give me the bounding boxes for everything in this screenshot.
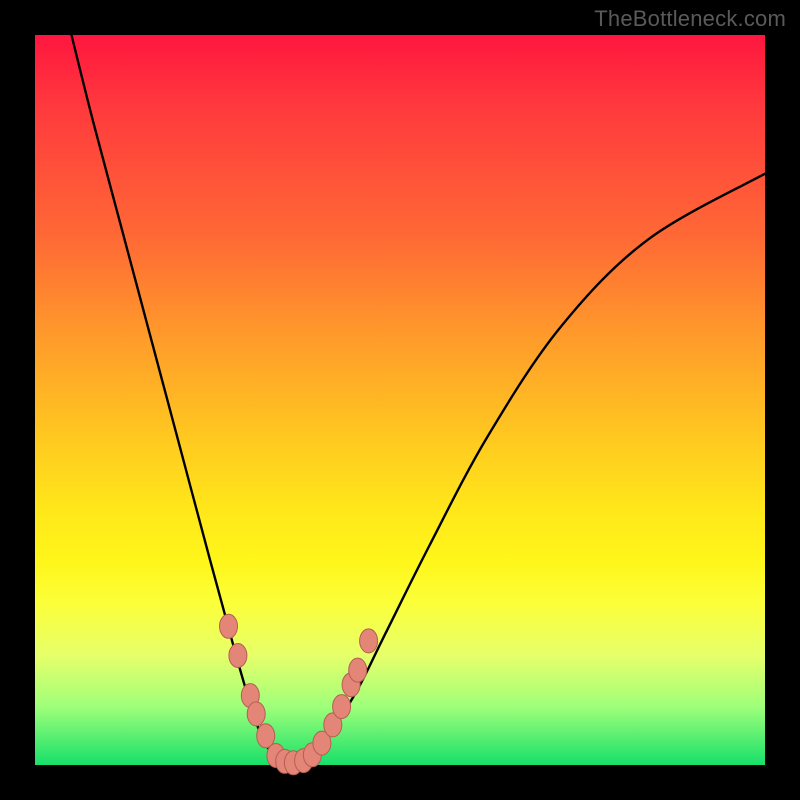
- bottleneck-curve: [72, 35, 766, 765]
- curve-svg: [35, 35, 765, 765]
- marker-dot: [247, 702, 265, 726]
- marker-dot: [220, 614, 238, 638]
- chart-frame: TheBottleneck.com: [0, 0, 800, 800]
- marker-dot: [229, 644, 247, 668]
- marker-group: [220, 614, 378, 775]
- marker-dot: [360, 629, 378, 653]
- watermark-text: TheBottleneck.com: [594, 6, 786, 32]
- marker-dot: [333, 695, 351, 719]
- plot-area: [35, 35, 765, 765]
- curve-path: [72, 35, 766, 765]
- marker-dot: [349, 658, 367, 682]
